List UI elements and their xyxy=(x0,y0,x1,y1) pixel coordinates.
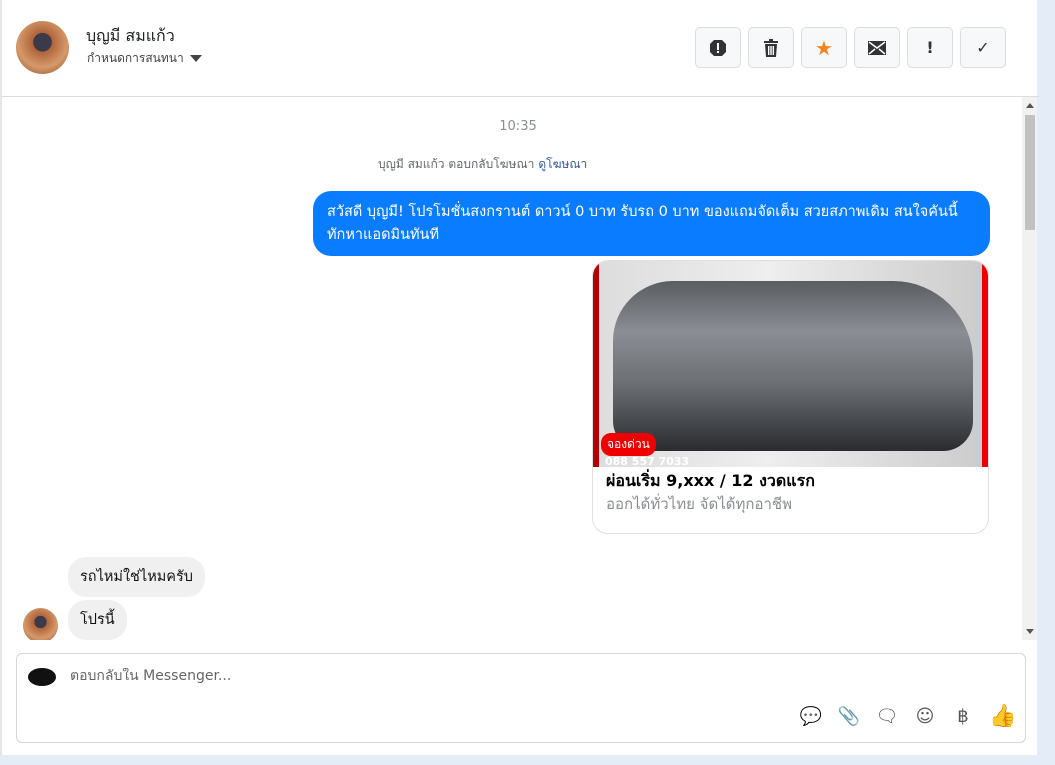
conversation-panel: บุญมี สมแก้ว กำหนดการสนทนา ★ ! ✓ 10:35 บ… xyxy=(0,0,1039,755)
star-button[interactable]: ★ xyxy=(801,27,847,68)
car-picture xyxy=(613,281,973,451)
contact-name: บุญมี สมแก้ว xyxy=(86,26,175,45)
scroll-up-icon[interactable] xyxy=(1026,103,1034,108)
view-ad-link[interactable]: ดูโฆษณา xyxy=(538,157,587,171)
reply-input[interactable] xyxy=(70,668,670,684)
mark-done-button[interactable]: ✓ xyxy=(960,27,1006,68)
mail-icon xyxy=(868,40,886,55)
card-title: ผ่อนเริ่ม 9,xxx / 12 งวดแรก xyxy=(606,471,815,490)
delete-button[interactable] xyxy=(748,27,794,68)
incoming-message: รถไหม่ใช่ไหมครับ xyxy=(68,557,205,597)
scroll-down-icon[interactable] xyxy=(1026,629,1034,634)
page-logo xyxy=(28,668,56,686)
ad-reply-text: บุญมี สมแก้ว ตอบกลับโฆษณา xyxy=(378,157,535,171)
card-subtitle: ออกได้ทั่วไทย จัดได้ทุกอาชีพ xyxy=(606,495,792,513)
ad-reply-notice: บุญมี สมแก้ว ตอบกลับโฆษณา ดูโฆษณา xyxy=(378,155,587,174)
saved-reply-icon[interactable]: 💬 xyxy=(799,706,823,727)
sender-avatar xyxy=(23,608,58,640)
action-toolbar: ★ ! ✓ xyxy=(695,27,1006,68)
car-image: จองด่วน 088 557 7033 xyxy=(593,261,988,467)
assign-label: กำหนดการสนทนา xyxy=(87,51,184,65)
payment-icon[interactable]: ฿ xyxy=(951,706,975,727)
outgoing-message: สวัสดี บุญมี! โปรโมชั่นสงกรานต์ ดาวน์ 0 … xyxy=(313,191,990,256)
important-button[interactable]: ! xyxy=(907,27,953,68)
timestamp: 10:35 xyxy=(499,119,537,134)
avatar[interactable] xyxy=(16,21,69,74)
caret-down-icon xyxy=(189,55,202,62)
important-icon: ! xyxy=(926,38,934,57)
scrollbar[interactable] xyxy=(1022,97,1037,640)
mark-spam-button[interactable] xyxy=(695,27,741,68)
message-thread: 10:35 บุญมี สมแก้ว ตอบกลับโฆษณา ดูโฆษณา ส… xyxy=(2,97,1022,640)
composer-tools: 💬 📎 🗨 ☺ ฿ 👍 xyxy=(799,704,1017,729)
check-icon: ✓ xyxy=(976,38,990,57)
emoji-icon[interactable]: ☺ xyxy=(913,706,937,727)
trash-icon xyxy=(764,38,778,57)
attachment-icon[interactable]: 📎 xyxy=(837,706,861,727)
incoming-message: โปรนี้ xyxy=(68,600,127,640)
star-icon: ★ xyxy=(815,35,833,60)
spam-icon xyxy=(710,39,726,56)
like-icon[interactable]: 👍 xyxy=(989,704,1016,729)
urgent-badge: จองด่วน xyxy=(601,433,656,456)
quick-reply-icon[interactable]: 🗨 xyxy=(875,706,899,727)
assign-conversation-dropdown[interactable]: กำหนดการสนทนา xyxy=(87,49,202,68)
ad-card[interactable]: จองด่วน 088 557 7033 ผ่อนเริ่ม 9,xxx / 1… xyxy=(592,260,989,534)
phone-number: 088 557 7033 xyxy=(605,457,690,467)
scroll-thumb[interactable] xyxy=(1025,115,1035,230)
reply-composer: 💬 📎 🗨 ☺ ฿ 👍 xyxy=(16,653,1026,743)
conversation-header: บุญมี สมแก้ว กำหนดการสนทนา ★ ! ✓ xyxy=(2,0,1039,97)
mark-unread-button[interactable] xyxy=(854,27,900,68)
